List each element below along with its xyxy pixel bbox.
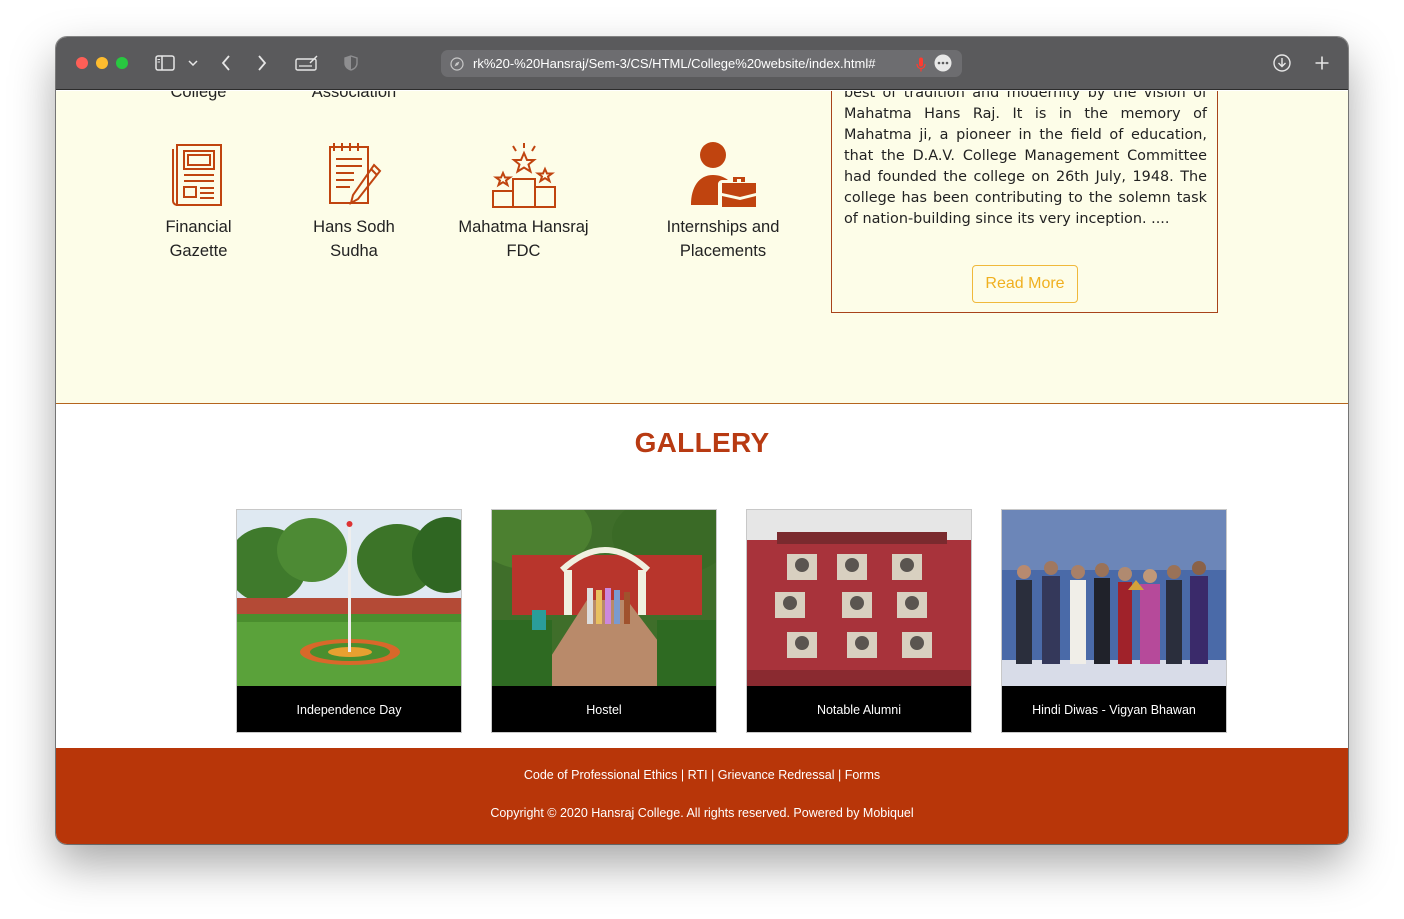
gallery-caption: Notable Alumni	[747, 686, 971, 732]
quick-link-label: Mahatma Hansraj	[458, 218, 589, 236]
quick-link-label: FDC	[506, 242, 541, 260]
notepad-pencil-icon	[329, 143, 382, 206]
gallery-caption: Independence Day	[237, 686, 461, 732]
footer-copyright: Copyright © 2020 Hansraj College. All ri…	[490, 806, 914, 820]
url-text[interactable]: rk%20-%20Hansraj/Sem-3/CS/HTML/College%2…	[473, 56, 903, 71]
browser-window: rk%20-%20Hansraj/Sem-3/CS/HTML/College%2…	[56, 37, 1348, 844]
independence-day-photo	[237, 510, 461, 686]
about-college-text: college is guided in its mission of comb…	[844, 91, 1207, 227]
about-college-card: college is guided in its mission of comb…	[831, 91, 1218, 313]
quick-links-section: College Association Financial Gazette Ha…	[56, 91, 1348, 404]
quick-link-label: Placements	[679, 242, 767, 260]
more-options-icon[interactable]	[934, 54, 952, 72]
hindi-diwas-photo	[1002, 510, 1226, 686]
quick-link-label-partial[interactable]: Association	[294, 91, 414, 104]
compass-icon	[449, 56, 465, 72]
chevron-down-icon[interactable]	[186, 51, 200, 75]
footer-link-code-of-ethics[interactable]: Code of Professional Ethics	[524, 768, 678, 782]
footer-link-forms[interactable]: Forms	[845, 768, 880, 782]
page-viewport: College Association Financial Gazette Ha…	[56, 91, 1348, 844]
quick-link-hans-sodh-sudha[interactable]: Hans Sodh Sudha	[294, 141, 414, 263]
footer-link-grievance-redressal[interactable]: Grievance Redressal	[718, 768, 835, 782]
sidebar-toggle-icon[interactable]	[153, 51, 177, 75]
gallery-card-hostel[interactable]: Hostel	[491, 509, 717, 733]
quick-link-label: Gazette	[169, 242, 228, 260]
read-more-button[interactable]: Read More	[972, 265, 1078, 303]
person-briefcase-icon	[691, 142, 756, 207]
notable-alumni-photo	[747, 510, 971, 686]
gallery-card-notable-alumni[interactable]: Notable Alumni	[746, 509, 972, 733]
quick-link-label-partial[interactable]: College	[141, 91, 256, 104]
microphone-icon[interactable]	[914, 56, 928, 72]
footer-separator: |	[834, 768, 845, 782]
reader-mode-icon[interactable]	[293, 51, 321, 75]
zoom-window-button[interactable]	[116, 57, 128, 69]
gallery-heading: GALLERY	[634, 427, 770, 458]
address-bar[interactable]: rk%20-%20Hansraj/Sem-3/CS/HTML/College%2…	[441, 50, 962, 77]
gallery-card-independence-day[interactable]: Independence Day	[236, 509, 462, 733]
quick-link-financial-gazette[interactable]: Financial Gazette	[141, 141, 256, 263]
quick-link-label: Internships and	[666, 218, 780, 236]
podium-stars-icon	[491, 143, 556, 208]
footer-separator: |	[677, 768, 688, 782]
hostel-photo	[492, 510, 716, 686]
quick-link-label: Financial	[165, 218, 232, 236]
minimize-window-button[interactable]	[96, 57, 108, 69]
gallery-caption: Hostel	[492, 686, 716, 732]
quick-link-label: Hans Sodh	[313, 218, 395, 236]
gallery-caption: Hindi Diwas - Vigyan Bhawan	[1002, 686, 1226, 732]
browser-toolbar: rk%20-%20Hansraj/Sem-3/CS/HTML/College%2…	[56, 37, 1348, 90]
footer-links: Code of Professional Ethics | RTI | Grie…	[56, 768, 1348, 782]
gallery-card-hindi-diwas[interactable]: Hindi Diwas - Vigyan Bhawan	[1001, 509, 1227, 733]
forward-arrow-icon[interactable]	[252, 51, 272, 75]
quick-link-mahatma-hansraj-fdc[interactable]: Mahatma Hansraj FDC	[451, 141, 596, 263]
footer-link-rti[interactable]: RTI	[688, 768, 708, 782]
privacy-shield-icon[interactable]	[341, 51, 361, 75]
quick-link-internships-placements[interactable]: Internships and Placements	[643, 141, 803, 263]
back-arrow-icon[interactable]	[216, 51, 236, 75]
site-footer: Code of Professional Ethics | RTI | Grie…	[56, 748, 1348, 844]
close-window-button[interactable]	[76, 57, 88, 69]
newspaper-icon	[171, 144, 222, 206]
quick-link-label: Sudha	[330, 242, 378, 260]
footer-separator: |	[707, 768, 718, 782]
downloads-icon[interactable]	[1272, 51, 1292, 75]
new-tab-plus-icon[interactable]	[1312, 51, 1332, 75]
